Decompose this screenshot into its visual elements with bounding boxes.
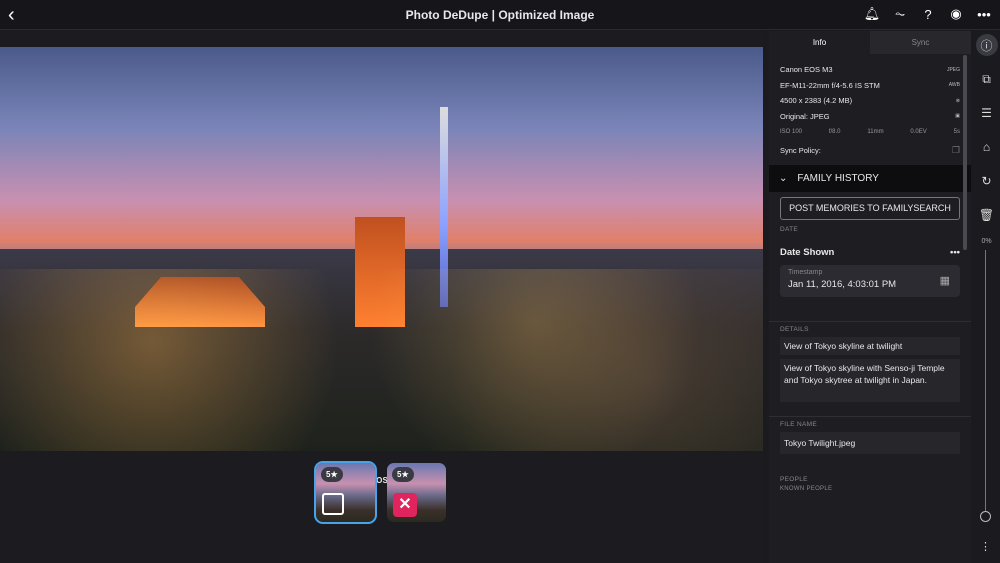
main-photo[interactable] (0, 47, 763, 451)
tab-info[interactable]: Info (769, 31, 870, 54)
iso: ISO 100 (780, 128, 803, 135)
sync-policy-label: Sync Policy: (780, 146, 821, 156)
bell-icon[interactable]: 🔔︎ (864, 6, 881, 22)
chevron-down-icon: ⌄ (779, 172, 788, 184)
info-panel: Info Sync Canon EOS M3 JPEG EF-M11-22mm f… (769, 31, 971, 563)
more-icon[interactable]: ••• (976, 6, 992, 22)
adjustments-icon[interactable]: ☰ (976, 102, 998, 124)
more-vertical-icon[interactable]: ⋮ (980, 540, 991, 553)
divider (769, 415, 971, 417)
thumbnail[interactable]: 5★ ✕ (387, 463, 446, 522)
lens: EF-M11-22mm f/4-5.6 IS STM (780, 80, 880, 90)
size-icon: ⊗ (955, 97, 960, 104)
exposure-comp: 0.0EV (910, 128, 927, 135)
zoom-slider-track[interactable] (985, 250, 986, 512)
rating-badge: 5★ (321, 467, 343, 482)
page-title: Photo DeDupe | Optimized Image (405, 8, 595, 22)
open-external-icon[interactable]: ⧉ (976, 68, 998, 90)
file-name-input[interactable]: Tokyo Twilight.jpeg (780, 431, 960, 454)
focal-length: 11mm (867, 128, 884, 135)
original-icon: ▣ (955, 113, 960, 120)
rotate-icon[interactable]: ↻ (976, 170, 998, 192)
camera-model: Canon EOS M3 (780, 65, 833, 75)
more-options-icon[interactable]: ••• (950, 247, 960, 258)
white-balance-badge: AWB (948, 82, 960, 89)
tab-sync[interactable]: Sync (870, 31, 971, 54)
aperture: f/8.0 (828, 128, 841, 135)
thumbnail[interactable]: 5★ (314, 461, 377, 524)
city-lights (0, 269, 763, 451)
date-label: DATE (780, 225, 799, 233)
info-icon[interactable]: ⓘ (975, 34, 998, 56)
format-badge: JPEG (946, 66, 960, 73)
zoom-slider-knob[interactable] (980, 511, 991, 522)
delete-marked-icon[interactable]: ✕ (393, 493, 417, 517)
calendar-icon[interactable]: ▦ (940, 274, 950, 287)
thumbnail-strip: 5★ 5★ ✕ (314, 461, 446, 524)
title-input[interactable]: View of Tokyo skyline at twilight (780, 336, 960, 355)
timestamp-field[interactable]: Timestamp Jan 11, 2016, 4:03:01 PM ▦ (780, 264, 960, 297)
file-name-label: FILE NAME (780, 420, 818, 428)
timestamp-value: Jan 11, 2016, 4:03:01 PM (788, 278, 897, 290)
tag-icon[interactable]: ⌂ (976, 136, 998, 158)
family-history-title: FAMILY HISTORY (797, 172, 879, 184)
sync-policy-icon[interactable]: ❐ (952, 145, 960, 156)
exif-row: ISO 100 f/8.0 11mm 0.0EV 5s (780, 124, 960, 139)
dimensions: 4500 x 2383 (4.2 MB) (780, 96, 853, 106)
trash-icon[interactable]: 🗑︎ (976, 204, 998, 226)
known-people-label: KNOWN PEOPLE (780, 485, 833, 492)
shutter: 5s (953, 128, 960, 135)
original-format: Original: JPEG (780, 111, 830, 121)
divider (769, 320, 971, 322)
timestamp-label: Timestamp (788, 268, 823, 276)
help-icon[interactable]: ? (920, 6, 936, 22)
top-bar: ‹ Photo DeDupe | Optimized Image 🔔︎ ⏦ ? … (0, 0, 1000, 30)
family-history-header[interactable]: ⌄ FAMILY HISTORY (769, 164, 971, 192)
description-textarea[interactable]: View of Tokyo skyline with Senso-ji Temp… (780, 358, 960, 402)
date-shown-title: Date Shown (780, 246, 835, 258)
rating-badge: 5★ (392, 467, 414, 482)
zoom-level: 0% (981, 238, 992, 245)
activity-icon[interactable]: ⏦ (892, 6, 908, 22)
delete-checkbox[interactable] (322, 493, 344, 515)
details-label: DETAILS (780, 325, 809, 333)
panel-scrollbar[interactable] (963, 55, 967, 250)
post-memories-button[interactable]: POST MEMORIES TO FAMILYSEARCH (780, 196, 960, 220)
account-icon[interactable]: ◉ (948, 6, 964, 22)
tool-rail: ⓘ ⧉ ☰ ⌂ ↻ 🗑︎ 0% (973, 31, 1000, 563)
people-label: PEOPLE (780, 475, 808, 483)
